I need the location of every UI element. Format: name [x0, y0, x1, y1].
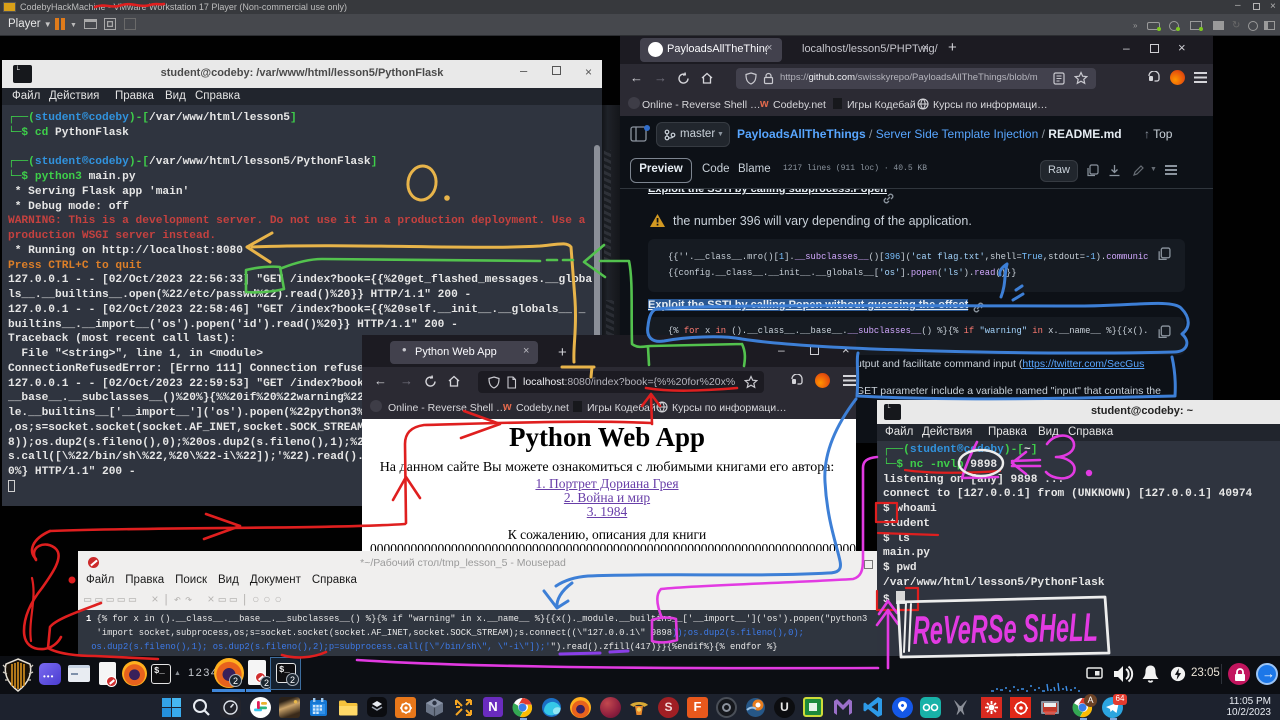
svg-text:ReVeRSe SHeLL: ReVeRSe SHeLL — [912, 606, 1098, 653]
